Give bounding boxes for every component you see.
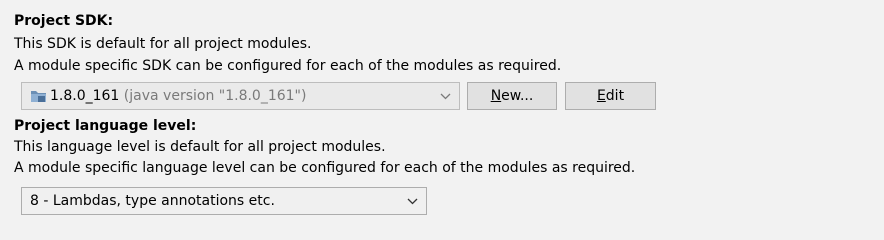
edit-button-mnemonic: E: [596, 88, 606, 104]
project-sdk-dropdown[interactable]: 1.8.0_161 (java version "1.8.0_161"): [21, 82, 460, 110]
language-level-title: Project language level:: [14, 118, 197, 134]
project-settings-panel: Project SDK: This SDK is default for all…: [0, 0, 884, 229]
project-sdk-description: This SDK is default for all project modu…: [14, 36, 312, 52]
project-sdk-module-note: A module specific SDK can be configured …: [14, 58, 562, 74]
new-sdk-button[interactable]: New...: [467, 82, 557, 110]
jdk-folder-icon: [30, 87, 47, 104]
new-button-label: ew...: [501, 88, 534, 104]
new-button-mnemonic: N: [490, 88, 502, 104]
chevron-down-icon: [439, 83, 451, 109]
sdk-selected-name: 1.8.0_161: [50, 88, 120, 104]
project-sdk-title: Project SDK:: [14, 13, 114, 29]
language-level-module-note: A module specific language level can be …: [14, 160, 636, 176]
chevron-down-icon: [406, 188, 418, 214]
language-level-selected: 8 - Lambdas, type annotations etc.: [30, 193, 275, 209]
language-level-dropdown[interactable]: 8 - Lambdas, type annotations etc.: [21, 187, 427, 215]
sdk-selected-detail: (java version "1.8.0_161"): [123, 88, 307, 104]
edit-button-label: dit: [605, 88, 625, 104]
language-level-description: This language level is default for all p…: [14, 139, 386, 155]
edit-sdk-button[interactable]: Edit: [565, 82, 656, 110]
